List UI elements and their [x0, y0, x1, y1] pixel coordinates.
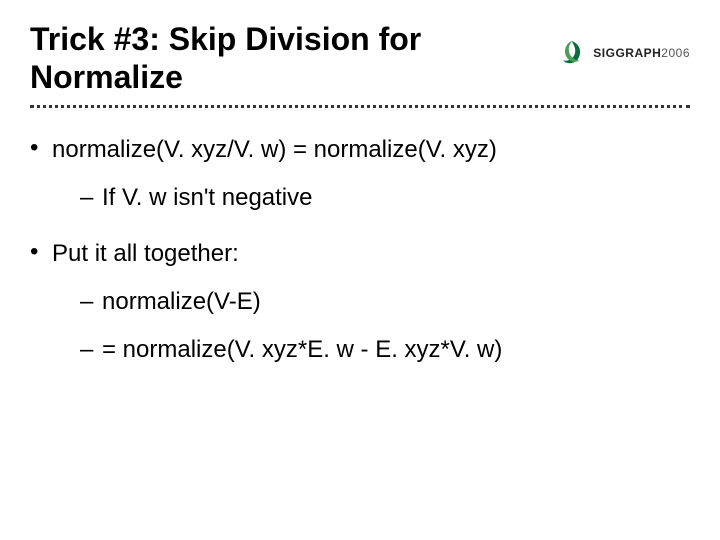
list-item: Put it all together: normalize(V-E) = no… — [30, 240, 690, 364]
sub-list: If V. w isn't negative — [52, 184, 690, 212]
list-item: normalize(V. xyz/V. w) = normalize(V. xy… — [30, 136, 690, 212]
brand-block: SIGGRAPH2006 — [557, 38, 690, 68]
bullet-text: normalize(V. xyz/V. w) = normalize(V. xy… — [52, 136, 497, 163]
sub-list: normalize(V-E) = normalize(V. xyz*E. w -… — [52, 288, 690, 364]
slide-header: Trick #3: Skip Division for Normalize SI… — [30, 20, 690, 97]
list-item: = normalize(V. xyz*E. w - E. xyz*V. w) — [80, 336, 690, 364]
brand-name-bold: SIGGRAPH — [593, 46, 661, 60]
bullet-text: = normalize(V. xyz*E. w - E. xyz*V. w) — [102, 336, 502, 363]
slide-title: Trick #3: Skip Division for Normalize — [30, 20, 550, 97]
bullet-text: normalize(V-E) — [102, 288, 261, 315]
bullet-text: If V. w isn't negative — [102, 184, 312, 211]
slide-content: normalize(V. xyz/V. w) = normalize(V. xy… — [30, 136, 690, 364]
list-item: If V. w isn't negative — [80, 184, 690, 212]
bullet-text: Put it all together: — [52, 240, 239, 267]
bullet-list: normalize(V. xyz/V. w) = normalize(V. xy… — [30, 136, 690, 364]
list-item: normalize(V-E) — [80, 288, 690, 316]
dotted-divider — [30, 105, 690, 108]
slide: Trick #3: Skip Division for Normalize SI… — [0, 0, 720, 540]
brand-text: SIGGRAPH2006 — [593, 46, 690, 60]
siggraph-logo-icon — [557, 38, 587, 68]
brand-name-light: 2006 — [661, 46, 690, 60]
